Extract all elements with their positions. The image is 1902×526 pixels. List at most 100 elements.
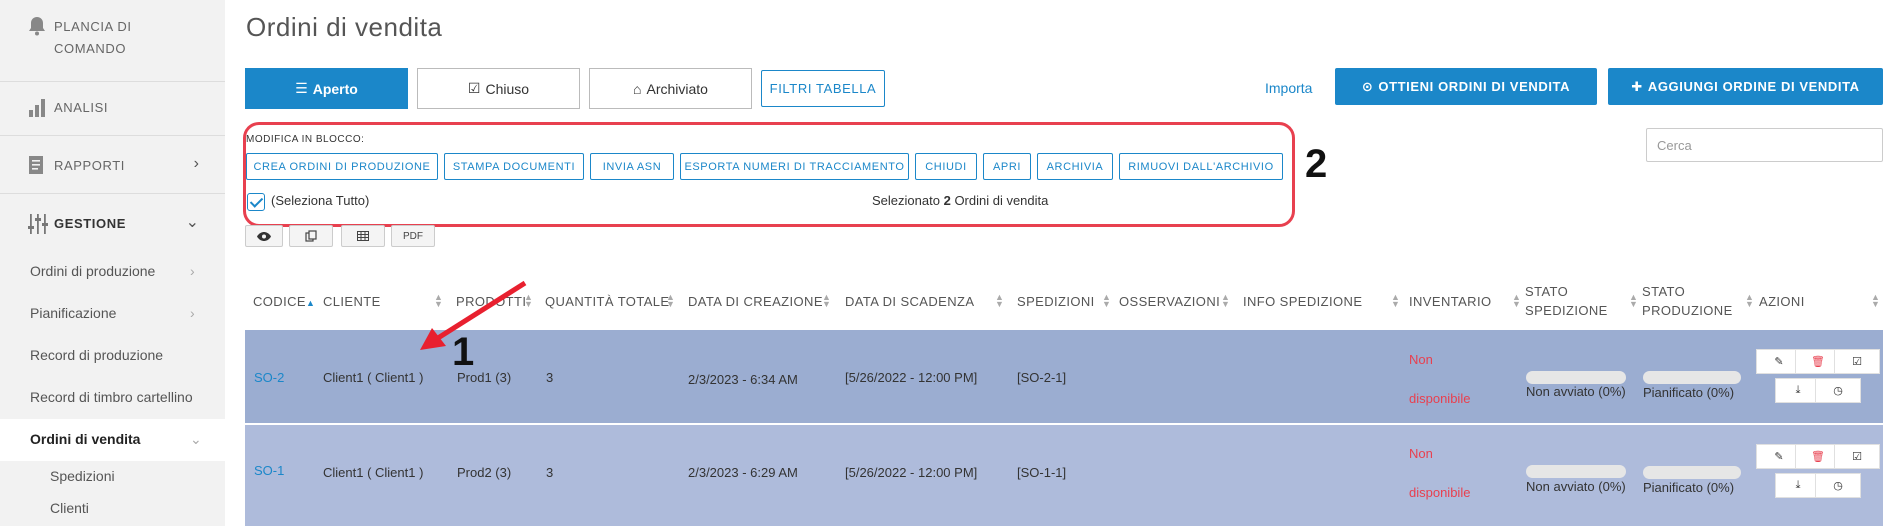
created-cell: 2/3/2023 - 6:29 AM — [688, 465, 798, 480]
column-header-prod-status[interactable]: STATO PRODUZIONE — [1642, 282, 1733, 320]
list-icon: ☰ — [295, 80, 308, 96]
check-square-icon[interactable]: ☑ — [1834, 349, 1880, 374]
sidebar-item-dashboard[interactable]: PLANCIA DI COMANDO — [28, 16, 174, 60]
column-header-code[interactable]: CODICE▲ — [253, 292, 315, 313]
qty-cell: 3 — [546, 370, 554, 385]
sidebar-item-reports[interactable]: RAPPORTI — [28, 155, 208, 175]
clock-icon[interactable]: ◷ — [1815, 473, 1861, 498]
unarchive-button[interactable]: RIMUOVI DALL'ARCHIVIO — [1119, 153, 1283, 180]
sort-icon[interactable]: ▲ ▼ — [666, 293, 675, 309]
get-sales-orders-button[interactable]: ⊙ OTTIENI ORDINI DI VENDITA — [1335, 68, 1597, 105]
selection-prefix: Selezionato — [872, 193, 940, 208]
sidebar-item-label: Record di timbro cartellino — [30, 389, 193, 405]
column-header-ship-info[interactable]: INFO SPEDIZIONE — [1243, 292, 1362, 311]
due-cell: [5/26/2022 - 12:00 PM] — [845, 370, 978, 385]
inventory-line: Non — [1409, 446, 1433, 461]
sort-icon[interactable]: ▲ ▼ — [1102, 293, 1111, 309]
column-header-created[interactable]: DATA DI CREAZIONE — [688, 292, 823, 311]
sidebar-item-timeclock-records[interactable]: Record di timbro cartellino — [30, 389, 193, 405]
sort-icon[interactable]: ▲ ▼ — [1629, 293, 1638, 309]
close-orders-button[interactable]: CHIUDI — [915, 153, 977, 180]
sort-icon[interactable]: ▲ ▼ — [1871, 293, 1880, 309]
inbox-icon: ⌂ — [633, 80, 642, 97]
pdf-export-button[interactable]: PDF — [391, 225, 435, 247]
header-label: STATO — [1642, 284, 1686, 299]
column-header-shipments[interactable]: SPEDIZIONI — [1017, 292, 1095, 311]
order-code-link[interactable]: SO-2 — [254, 370, 284, 385]
sidebar-item-label: RAPPORTI — [54, 157, 126, 173]
shipping-status-text: Non avviato (0%) — [1526, 479, 1626, 494]
products-cell: Prod2 (3) — [457, 465, 512, 480]
sidebar-item-label: Ordini di produzione — [30, 263, 156, 279]
import-link[interactable]: Importa — [1265, 80, 1312, 96]
clock-icon[interactable]: ◷ — [1815, 378, 1861, 403]
bell-icon — [28, 16, 48, 36]
due-cell: [5/26/2022 - 12:00 PM] — [845, 465, 978, 480]
sort-icon[interactable]: ▲ ▼ — [1512, 293, 1521, 309]
sort-icon[interactable]: ▲ ▼ — [822, 293, 831, 309]
sidebar-item-analytics[interactable]: ANALISI — [28, 97, 108, 117]
tab-label: Archiviato — [646, 80, 708, 97]
send-asn-button[interactable]: INVIA ASN — [590, 153, 674, 180]
search-input[interactable] — [1646, 128, 1883, 162]
tab-closed[interactable]: ☑ Chiuso — [417, 68, 580, 109]
sort-icon[interactable]: ▲ ▼ — [1745, 293, 1754, 309]
open-orders-button[interactable]: APRI — [983, 153, 1031, 180]
add-sales-order-button[interactable]: ✚ AGGIUNGI ORDINE DI VENDITA — [1608, 68, 1883, 105]
sidebar-subitem-shipments[interactable]: Spedizioni — [50, 468, 115, 484]
sidebar-subitem-clients[interactable]: Clienti — [50, 500, 89, 516]
sidebar-item-label: Record di produzione — [30, 347, 164, 363]
button-label: OTTIENI ORDINI DI VENDITA — [1378, 79, 1571, 94]
eye-icon[interactable] — [245, 225, 283, 247]
document-icon — [28, 155, 48, 175]
sidebar-item-production-records[interactable]: Record di produzione — [30, 347, 163, 363]
column-header-ship-status[interactable]: STATO SPEDIZIONE — [1525, 282, 1608, 320]
inventory-line: disponibile — [1409, 391, 1471, 406]
production-progress-bar — [1643, 371, 1741, 384]
sidebar-divider — [0, 81, 225, 82]
select-all-label: (Seleziona Tutto) — [271, 193, 370, 208]
sidebar: PLANCIA DI COMANDO ANALISI RAPPORTI › GE… — [0, 0, 225, 526]
chevron-down-icon[interactable]: ⌄ — [186, 212, 199, 232]
column-header-due[interactable]: DATA DI SCADENZA — [845, 292, 974, 311]
sliders-icon — [28, 213, 48, 234]
column-header-client[interactable]: CLIENTE — [323, 292, 381, 311]
column-header-notes[interactable]: OSSERVAZIONI — [1119, 292, 1220, 311]
chevron-right-icon[interactable]: › — [194, 155, 199, 173]
tab-archived[interactable]: ⌂ Archiviato — [589, 68, 752, 109]
sort-icon[interactable]: ▲ ▼ — [995, 293, 1004, 309]
archive-button[interactable]: ARCHIVIA — [1037, 153, 1113, 180]
sidebar-item-production-orders[interactable]: Ordini di produzione › — [30, 263, 195, 279]
sidebar-item-sales-orders[interactable]: Ordini di vendita ⌄ — [30, 431, 202, 447]
sort-icon[interactable]: ▲ ▼ — [1391, 293, 1400, 309]
print-documents-button[interactable]: STAMPA DOCUMENTI — [444, 153, 584, 180]
table-icon[interactable] — [341, 225, 385, 247]
order-code-link[interactable]: SO-1 — [254, 463, 284, 478]
sort-asc-icon: ▲ — [305, 298, 316, 308]
created-cell: 2/3/2023 - 6:34 AM — [688, 372, 798, 387]
chevron-right-icon: › — [190, 305, 195, 321]
button-label: AGGIUNGI ORDINE DI VENDITA — [1647, 79, 1860, 94]
copy-icon[interactable] — [289, 225, 333, 247]
table-filters-button[interactable]: FILTRI TABELLA — [761, 70, 885, 107]
sidebar-item-label: Pianificazione — [30, 305, 117, 321]
sidebar-item-management[interactable]: GESTIONE — [28, 213, 126, 234]
sort-icon[interactable]: ▲ ▼ — [1221, 293, 1230, 309]
shipping-progress-bar — [1526, 465, 1626, 478]
header-label: PRODUZIONE — [1642, 303, 1733, 318]
column-header-total-qty[interactable]: QUANTITÀ TOTALE — [545, 292, 669, 311]
check-square-icon[interactable]: ☑ — [1834, 444, 1880, 469]
tab-open[interactable]: ☰ Aperto — [245, 68, 408, 109]
column-header-inventory[interactable]: INVENTARIO — [1409, 292, 1492, 311]
export-tracking-numbers-button[interactable]: ESPORTA NUMERI DI TRACCIAMENTO — [680, 153, 909, 180]
plus-icon: ✚ — [1631, 78, 1643, 94]
sidebar-item-planning[interactable]: Pianificazione › — [30, 305, 195, 321]
create-production-orders-button[interactable]: CREA ORDINI DI PRODUZIONE — [246, 153, 438, 180]
header-label: STATO — [1525, 284, 1569, 299]
page-title: Ordini di vendita — [246, 12, 443, 42]
selection-count: 2 — [943, 193, 951, 208]
annotation-number-2: 2 — [1305, 142, 1328, 186]
inventory-line: disponibile — [1409, 485, 1471, 500]
select-all-checkbox[interactable] — [247, 193, 265, 211]
client-cell: Client1 ( Client1 ) — [323, 370, 424, 385]
